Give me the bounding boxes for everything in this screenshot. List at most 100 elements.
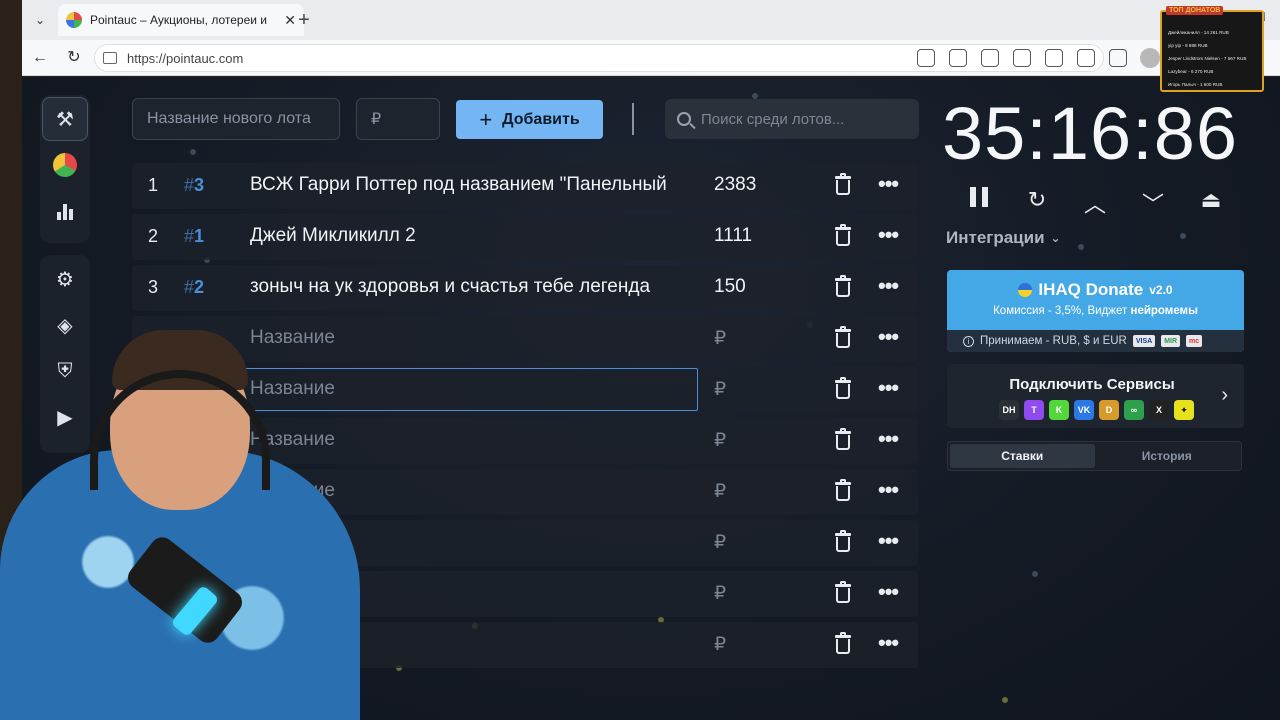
- connect-services-card[interactable]: Подключить Сервисы DH T K VK D ∞ X ✦ ›: [947, 364, 1244, 428]
- sidebar-settings-button[interactable]: ⚙: [42, 257, 88, 301]
- favorite-star-icon[interactable]: [981, 49, 999, 67]
- trash-icon[interactable]: [832, 428, 854, 452]
- streamer-webcam: [0, 330, 380, 720]
- wheel-pie-icon: [53, 153, 77, 177]
- trash-icon[interactable]: [832, 275, 854, 299]
- trash-icon[interactable]: [832, 224, 854, 248]
- more-options-icon[interactable]: •••: [878, 579, 899, 605]
- info-icon: i: [963, 335, 974, 347]
- more-options-icon[interactable]: •••: [878, 273, 899, 299]
- donate-name: IHAQ Donate: [1038, 280, 1144, 299]
- donate-accept-text: Принимаем - RUB, $ и EUR: [980, 335, 1127, 347]
- background-dot: [1078, 244, 1084, 250]
- trash-icon[interactable]: [832, 530, 854, 554]
- pointauc-favicon-icon: [66, 12, 82, 28]
- boosty-icon: ∞: [1124, 400, 1144, 420]
- chevron-up-icon[interactable]: ︿: [1083, 187, 1107, 219]
- twitch-icon: T: [1024, 400, 1044, 420]
- browser-tab-bar: ⌄ Pointauc – Аукционы, лотереи и ✕ + — ☐: [22, 0, 1280, 40]
- more-options-icon[interactable]: •••: [878, 477, 899, 503]
- lot-position: 2: [148, 226, 159, 246]
- kick-icon: K: [1049, 400, 1069, 420]
- lot-id: #3: [184, 175, 205, 195]
- lot-price-input[interactable]: ₽: [714, 531, 726, 554]
- translate-icon[interactable]: [917, 49, 935, 67]
- tab-bids[interactable]: Ставки: [950, 444, 1095, 468]
- media-icon[interactable]: [1045, 49, 1063, 67]
- x-icon: X: [1149, 400, 1169, 420]
- lot-price-input[interactable]: 2383: [714, 174, 756, 196]
- favorites-icon[interactable]: [1077, 49, 1095, 67]
- add-lot-label: Добавить: [502, 110, 580, 128]
- service-icons: DH T K VK D ∞ X ✦: [999, 400, 1194, 420]
- more-options-icon[interactable]: •••: [878, 324, 899, 350]
- bar-chart-icon: [57, 202, 73, 220]
- reset-timer-icon[interactable]: ↻: [1025, 187, 1049, 219]
- chevron-down-icon: ⌄: [1050, 231, 1061, 245]
- lot-price-input[interactable]: ₽: [714, 327, 726, 350]
- collections-icon[interactable]: [1109, 49, 1127, 67]
- chevron-down-icon[interactable]: ﹀: [1141, 187, 1165, 219]
- new-lot-name-input[interactable]: Название нового лота: [132, 98, 340, 140]
- sidebar-auction-button[interactable]: ⚒: [42, 97, 88, 141]
- double-chevron-up-icon[interactable]: ⏏: [1199, 187, 1223, 219]
- sidebar-wheel-button[interactable]: [42, 143, 88, 187]
- donation-entry: yip yip - 8 888 RUB: [1168, 43, 1208, 48]
- reload-icon[interactable]: ↻: [64, 48, 84, 68]
- lot-price-input[interactable]: 150: [714, 276, 746, 298]
- gavel-icon: ⚒: [56, 108, 74, 131]
- pause-button[interactable]: [967, 187, 991, 219]
- more-options-icon[interactable]: •••: [878, 426, 899, 452]
- background-dot: [1002, 697, 1008, 703]
- lot-price-input[interactable]: ₽: [714, 633, 726, 656]
- lot-row[interactable]: 1 #3 ВСЖ Гарри Поттер под названием "Пан…: [132, 163, 918, 209]
- more-options-icon[interactable]: •••: [878, 171, 899, 197]
- lot-price-input[interactable]: 1111: [714, 225, 752, 247]
- back-arrow-icon[interactable]: ←: [30, 48, 50, 68]
- lot-price-input[interactable]: ₽: [714, 429, 726, 452]
- reader-icon[interactable]: [949, 49, 967, 67]
- chevron-right-icon: ›: [1221, 384, 1228, 406]
- toolbar-divider: [632, 103, 634, 135]
- more-options-icon[interactable]: •••: [878, 528, 899, 554]
- tab-list-dropdown-icon[interactable]: ⌄: [28, 8, 52, 32]
- donate-widget-name: нейромемы: [1130, 305, 1198, 317]
- extensions-icon[interactable]: [1013, 49, 1031, 67]
- lot-row[interactable]: 3 #2 зоныч на ук здоровья и счастья тебе…: [132, 265, 918, 311]
- trash-icon[interactable]: [832, 479, 854, 503]
- lot-price-input[interactable]: ₽: [714, 480, 726, 503]
- trash-icon[interactable]: [832, 377, 854, 401]
- lot-name-input[interactable]: ВСЖ Гарри Поттер под названием "Панельны…: [250, 174, 700, 196]
- donatepay-icon: D: [1099, 400, 1119, 420]
- url-text: https://pointauc.com: [127, 50, 244, 66]
- add-lot-button[interactable]: + Добавить: [456, 100, 603, 139]
- trash-icon[interactable]: [832, 173, 854, 197]
- lot-price-input[interactable]: ₽: [714, 378, 726, 401]
- lot-position: 3: [148, 277, 159, 297]
- background-dot: [1032, 571, 1038, 577]
- new-tab-icon[interactable]: +: [292, 8, 316, 32]
- more-options-icon[interactable]: •••: [878, 222, 899, 248]
- lot-search-input[interactable]: Поиск среди лотов...: [665, 99, 919, 139]
- search-icon: [677, 112, 691, 126]
- trash-icon[interactable]: [832, 632, 854, 656]
- sidebar-stats-button[interactable]: [42, 189, 88, 233]
- lot-name-input[interactable]: Джей Микликилл 2: [250, 225, 700, 247]
- browser-tab[interactable]: Pointauc – Аукционы, лотереи и ✕: [58, 4, 304, 36]
- lot-row[interactable]: 2 #1 Джей Микликилл 2 1111 •••: [132, 214, 918, 260]
- more-options-icon[interactable]: •••: [878, 375, 899, 401]
- lot-id-value: 3: [194, 175, 205, 195]
- integrations-toggle[interactable]: Интеграции ⌄: [946, 228, 1061, 248]
- donate-integration-card[interactable]: IHAQ Donate v2.0 Комиссия - 3,5%, Виджет…: [947, 270, 1244, 352]
- donation-entry: Джейликанилл - 14 261 RUB: [1168, 30, 1229, 35]
- tab-history[interactable]: История: [1095, 444, 1240, 468]
- site-info-icon[interactable]: [103, 52, 117, 64]
- trash-icon[interactable]: [832, 326, 854, 350]
- lot-price-input[interactable]: ₽: [714, 582, 726, 605]
- profile-avatar[interactable]: [1140, 48, 1160, 68]
- new-lot-price-input[interactable]: ₽: [356, 98, 440, 140]
- more-options-icon[interactable]: •••: [878, 630, 899, 656]
- donate-card-header: IHAQ Donate v2.0 Комиссия - 3,5%, Виджет…: [947, 270, 1244, 330]
- lot-name-input[interactable]: зоныч на ук здоровья и счастья тебе леге…: [250, 276, 700, 298]
- trash-icon[interactable]: [832, 581, 854, 605]
